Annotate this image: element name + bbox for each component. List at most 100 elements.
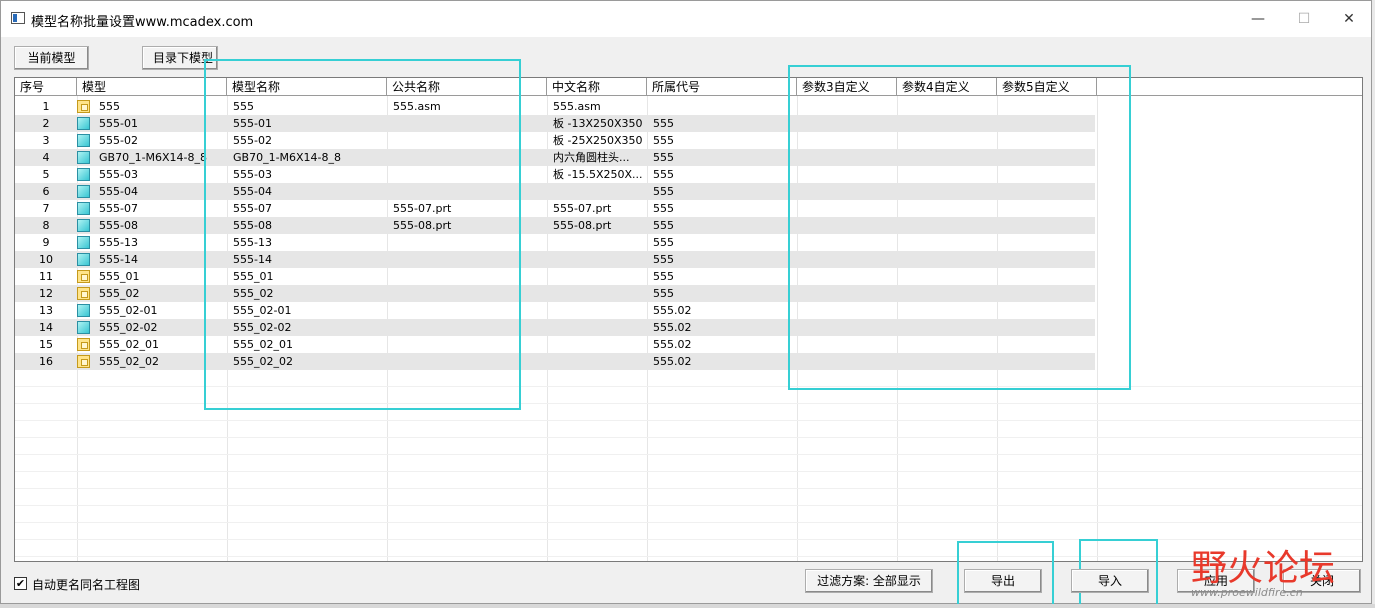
cell-common-name[interactable] xyxy=(387,302,547,319)
cell-model-name[interactable]: 555_02-02 xyxy=(227,319,387,336)
cell-index[interactable]: 14 xyxy=(15,319,77,336)
current-model-button[interactable]: 当前模型 xyxy=(14,46,89,70)
cell-code[interactable]: 555 xyxy=(647,132,797,149)
cell-model[interactable]: 555-07 xyxy=(93,200,227,217)
col-header-index[interactable]: 序号 xyxy=(15,78,77,96)
minimize-button[interactable]: — xyxy=(1235,1,1281,37)
cell-model[interactable]: 555_02_02 xyxy=(93,353,227,370)
table-row[interactable]: 3 555-02 555-02 板 -25X250X350 555 xyxy=(15,132,1095,149)
cell-model[interactable]: 555_02-01 xyxy=(93,302,227,319)
cell-model-name[interactable]: 555-02 xyxy=(227,132,387,149)
table-row[interactable]: 14 555_02-02 555_02-02 555.02 xyxy=(15,319,1095,336)
col-header-common-name[interactable]: 公共名称 xyxy=(387,78,547,96)
cell-common-name[interactable] xyxy=(387,115,547,132)
cell-chinese-name[interactable] xyxy=(547,319,647,336)
table-row[interactable]: 5 555-03 555-03 板 -15.5X250X... 555 xyxy=(15,166,1095,183)
cell-chinese-name[interactable]: 555-07.prt xyxy=(547,200,647,217)
cell-model-name[interactable]: GB70_1-M6X14-8_8 xyxy=(227,149,387,166)
table-row[interactable]: 9 555-13 555-13 555 xyxy=(15,234,1095,251)
cell-index[interactable]: 7 xyxy=(15,200,77,217)
cell-index[interactable]: 4 xyxy=(15,149,77,166)
cell-index[interactable]: 3 xyxy=(15,132,77,149)
cell-index[interactable]: 13 xyxy=(15,302,77,319)
col-header-model-name[interactable]: 模型名称 xyxy=(227,78,387,96)
cell-common-name[interactable] xyxy=(387,353,547,370)
cell-chinese-name[interactable] xyxy=(547,183,647,200)
cell-code[interactable]: 555 xyxy=(647,149,797,166)
cell-common-name[interactable] xyxy=(387,166,547,183)
cell-chinese-name[interactable] xyxy=(547,285,647,302)
close-button[interactable]: 关闭 xyxy=(1283,569,1361,593)
cell-index[interactable]: 6 xyxy=(15,183,77,200)
cell-chinese-name[interactable] xyxy=(547,234,647,251)
cell-model[interactable]: 555-13 xyxy=(93,234,227,251)
cell-model[interactable]: 555_02 xyxy=(93,285,227,302)
cell-common-name[interactable]: 555-07.prt xyxy=(387,200,547,217)
directory-models-button[interactable]: 目录下模型 xyxy=(142,46,218,70)
col-header-param5[interactable]: 参数5自定义 xyxy=(997,78,1097,96)
cell-model[interactable]: 555-01 xyxy=(93,115,227,132)
cell-model-name[interactable]: 555_02_01 xyxy=(227,336,387,353)
cell-common-name[interactable] xyxy=(387,268,547,285)
col-header-param3[interactable]: 参数3自定义 xyxy=(797,78,897,96)
cell-model-name[interactable]: 555-01 xyxy=(227,115,387,132)
cell-model[interactable]: GB70_1-M6X14-8_8 xyxy=(93,149,227,166)
cell-code[interactable]: 555 xyxy=(647,234,797,251)
cell-code[interactable]: 555.02 xyxy=(647,336,797,353)
cell-chinese-name[interactable]: 板 -25X250X350 xyxy=(547,132,647,149)
table-row[interactable]: 11 555_01 555_01 555 xyxy=(15,268,1095,285)
cell-model[interactable]: 555 xyxy=(93,98,227,115)
cell-code[interactable]: 555 xyxy=(647,268,797,285)
cell-chinese-name[interactable] xyxy=(547,336,647,353)
close-window-button[interactable]: ✕ xyxy=(1326,1,1372,37)
table-row[interactable]: 4 GB70_1-M6X14-8_8 GB70_1-M6X14-8_8 内六角圆柱头.… xyxy=(15,149,1095,166)
cell-index[interactable]: 11 xyxy=(15,268,77,285)
cell-chinese-name[interactable] xyxy=(547,302,647,319)
table-row[interactable]: 16 555_02_02 555_02_02 555.02 xyxy=(15,353,1095,370)
cell-code[interactable]: 555 xyxy=(647,115,797,132)
cell-model-name[interactable]: 555_01 xyxy=(227,268,387,285)
cell-code[interactable]: 555.02 xyxy=(647,302,797,319)
cell-chinese-name[interactable]: 板 -15.5X250X... xyxy=(547,166,647,183)
col-header-chinese-name[interactable]: 中文名称 xyxy=(547,78,647,96)
cell-model[interactable]: 555-03 xyxy=(93,166,227,183)
cell-code[interactable] xyxy=(647,98,797,115)
cell-chinese-name[interactable] xyxy=(547,268,647,285)
apply-button[interactable]: 应用 xyxy=(1177,569,1255,593)
cell-code[interactable]: 555.02 xyxy=(647,353,797,370)
cell-index[interactable]: 1 xyxy=(15,98,77,115)
cell-code[interactable]: 555 xyxy=(647,200,797,217)
table-row[interactable]: 13 555_02-01 555_02-01 555.02 xyxy=(15,302,1095,319)
cell-common-name[interactable] xyxy=(387,336,547,353)
cell-index[interactable]: 8 xyxy=(15,217,77,234)
maximize-button[interactable]: ☐ xyxy=(1281,1,1327,37)
cell-common-name[interactable]: 555-08.prt xyxy=(387,217,547,234)
table-row[interactable]: 10 555-14 555-14 555 xyxy=(15,251,1095,268)
cell-model-name[interactable]: 555 xyxy=(227,98,387,115)
cell-index[interactable]: 9 xyxy=(15,234,77,251)
col-header-model[interactable]: 模型 xyxy=(77,78,227,96)
cell-model-name[interactable]: 555_02_02 xyxy=(227,353,387,370)
cell-index[interactable]: 2 xyxy=(15,115,77,132)
table-row[interactable]: 8 555-08 555-08 555-08.prt 555-08.prt 555 xyxy=(15,217,1095,234)
table-row[interactable]: 2 555-01 555-01 板 -13X250X350 555 xyxy=(15,115,1095,132)
cell-common-name[interactable] xyxy=(387,251,547,268)
cell-index[interactable]: 5 xyxy=(15,166,77,183)
cell-common-name[interactable] xyxy=(387,149,547,166)
col-header-code[interactable]: 所属代号 xyxy=(647,78,797,96)
cell-model-name[interactable]: 555_02-01 xyxy=(227,302,387,319)
cell-model-name[interactable]: 555_02 xyxy=(227,285,387,302)
cell-code[interactable]: 555 xyxy=(647,251,797,268)
cell-index[interactable]: 15 xyxy=(15,336,77,353)
cell-model-name[interactable]: 555-03 xyxy=(227,166,387,183)
cell-common-name[interactable] xyxy=(387,183,547,200)
cell-model-name[interactable]: 555-07 xyxy=(227,200,387,217)
cell-common-name[interactable] xyxy=(387,285,547,302)
cell-model[interactable]: 555_02_01 xyxy=(93,336,227,353)
cell-code[interactable]: 555 xyxy=(647,183,797,200)
cell-model[interactable]: 555-02 xyxy=(93,132,227,149)
auto-rename-checkbox[interactable]: ✔ xyxy=(14,577,27,590)
cell-chinese-name[interactable] xyxy=(547,251,647,268)
cell-code[interactable]: 555.02 xyxy=(647,319,797,336)
cell-code[interactable]: 555 xyxy=(647,166,797,183)
